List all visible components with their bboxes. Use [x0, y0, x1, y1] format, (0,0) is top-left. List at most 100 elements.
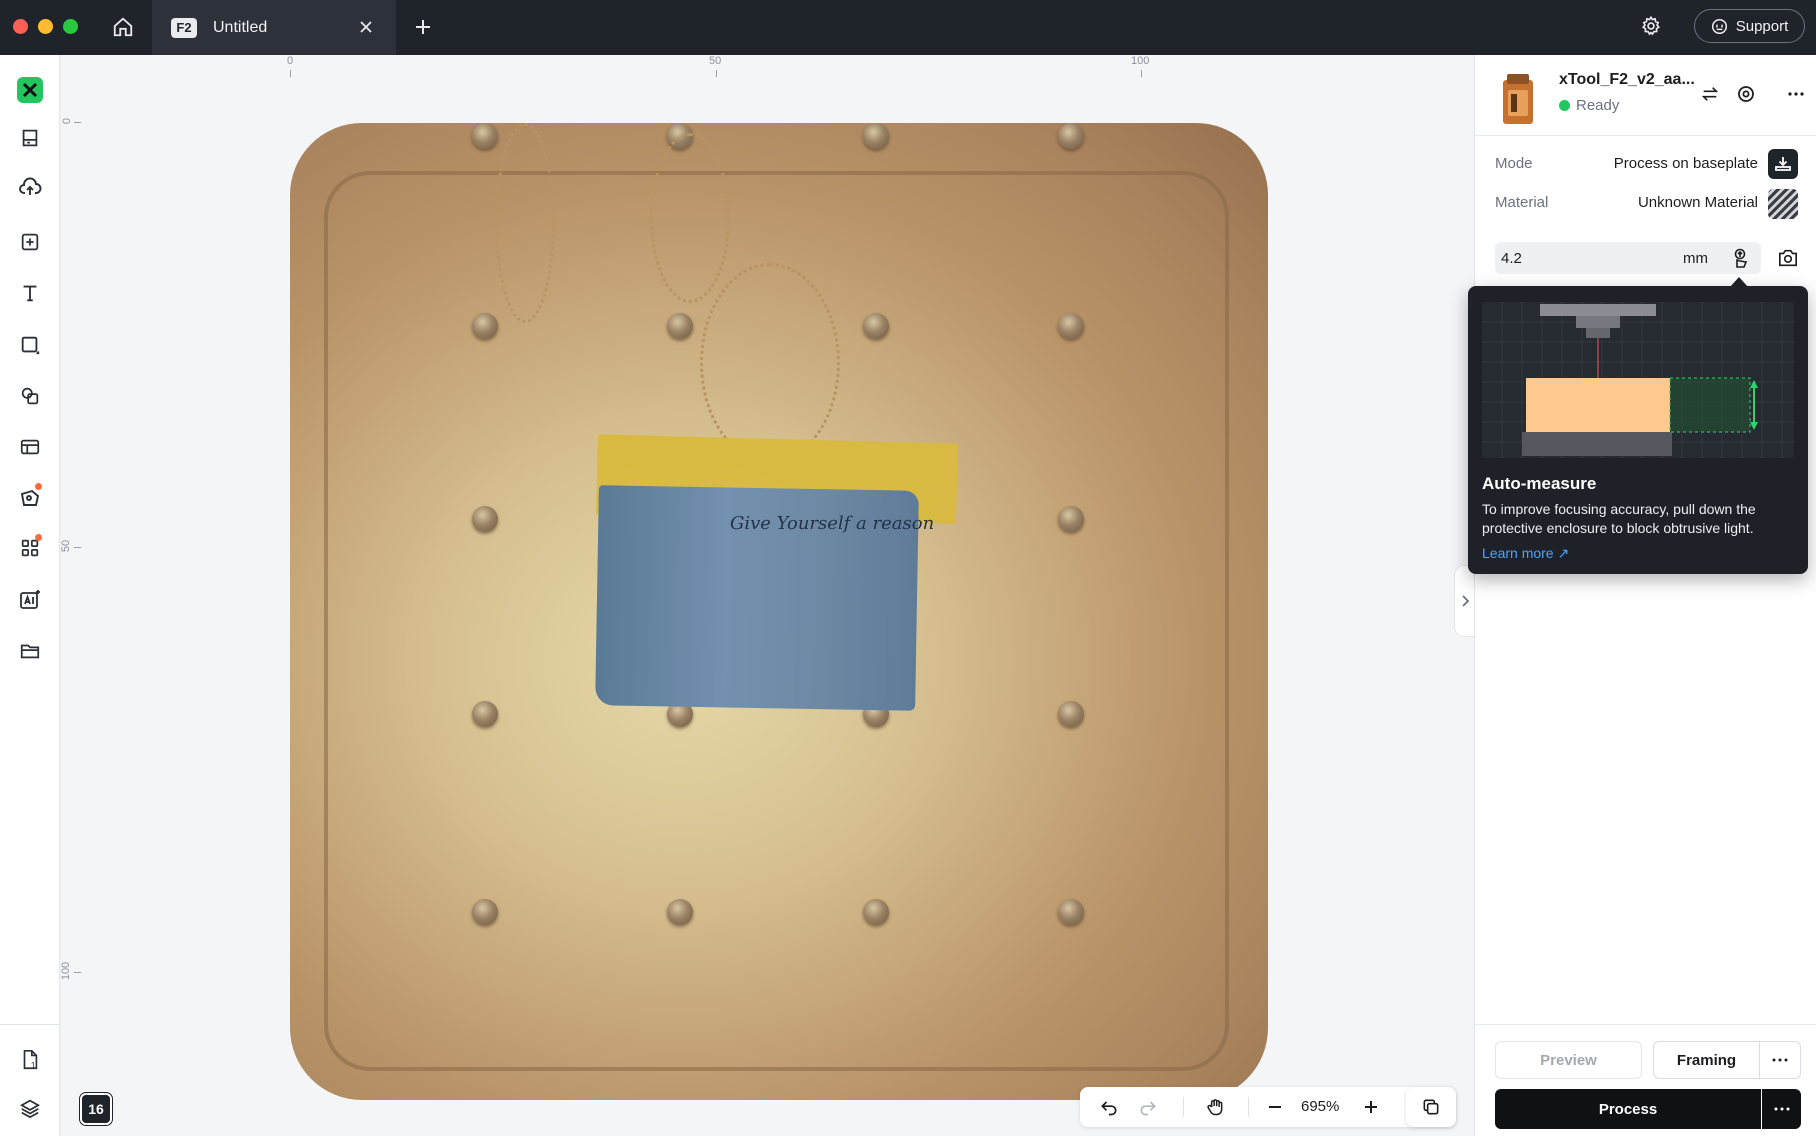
xtool-logo-icon[interactable]	[17, 77, 43, 103]
ruler-v-label: 50	[61, 539, 73, 553]
left-toolbar-divider	[0, 1024, 60, 1025]
bolt	[472, 313, 498, 339]
panel-divider	[1475, 1024, 1816, 1025]
bolt	[667, 899, 693, 925]
auto-measure-icon[interactable]	[1727, 246, 1753, 270]
canvas-area[interactable]: 0 50 100 0 50 100 Give Yourself a reason…	[61, 55, 1474, 1136]
folder-icon[interactable]	[14, 635, 46, 667]
status-dot-icon	[1559, 100, 1570, 111]
text-tool-icon[interactable]	[14, 277, 46, 309]
zoom-out-icon[interactable]	[1260, 1092, 1290, 1122]
redo-icon[interactable]	[1133, 1092, 1163, 1122]
bolt	[1058, 506, 1084, 532]
bolt	[472, 899, 498, 925]
close-icon[interactable]	[356, 17, 376, 37]
bolt	[472, 506, 498, 532]
device-settings-icon[interactable]	[1733, 81, 1759, 107]
chain	[700, 263, 840, 463]
ruler-h-label: 50	[709, 55, 722, 67]
chain	[495, 123, 555, 323]
tooltip-body: To improve focusing accuracy, pull down …	[1482, 501, 1756, 536]
preview-button[interactable]: Preview	[1495, 1041, 1642, 1079]
device-status-label: Ready	[1576, 97, 1620, 114]
layers-stack-button[interactable]	[1406, 1087, 1456, 1127]
ruler-v-label: 100	[61, 961, 73, 981]
tab-device-badge: F2	[171, 17, 197, 38]
zoom-in-icon[interactable]	[1356, 1092, 1386, 1122]
bolt	[472, 123, 498, 149]
mode-value[interactable]: Process on baseplate	[1614, 155, 1758, 172]
home-icon[interactable]	[108, 12, 138, 42]
process-more-button[interactable]	[1762, 1089, 1801, 1129]
more-options-icon	[1772, 1058, 1788, 1062]
undo-icon[interactable]	[1094, 1092, 1124, 1122]
framing-more-button[interactable]	[1759, 1041, 1801, 1079]
auto-measure-illustration	[1482, 302, 1794, 458]
separator	[1183, 1097, 1184, 1117]
focus-distance-unit: mm	[1683, 250, 1708, 267]
focus-distance-value[interactable]: 4.2	[1501, 250, 1522, 267]
bolt	[863, 123, 889, 149]
layers-icon[interactable]	[14, 1092, 46, 1124]
bolt	[863, 313, 889, 339]
switch-device-icon[interactable]	[1697, 81, 1723, 107]
bolt	[1058, 701, 1084, 727]
support-icon	[1711, 18, 1727, 34]
device-name[interactable]: xTool_F2_v2_aa...	[1559, 71, 1695, 89]
ruler-tick	[74, 122, 81, 123]
separator	[1248, 1097, 1249, 1117]
cloud-upload-icon[interactable]	[14, 171, 46, 203]
device-status: Ready	[1559, 97, 1619, 114]
chevron-right-icon	[1461, 595, 1469, 607]
bolt	[1058, 123, 1084, 149]
ruler-h-label: 100	[1131, 55, 1150, 67]
save-icon[interactable]	[14, 122, 46, 154]
gear-icon[interactable]	[1636, 11, 1666, 41]
learn-more-link[interactable]: Learn more ↗	[1482, 545, 1569, 562]
camera-preview-image[interactable]: Give Yourself a reason	[290, 123, 1268, 1100]
ruler-h-label: 0	[287, 55, 294, 67]
framing-button[interactable]: Framing	[1653, 1041, 1759, 1079]
material-value[interactable]: Unknown Material	[1638, 194, 1758, 211]
mode-label: Mode	[1495, 155, 1533, 172]
new-tab-button[interactable]	[408, 12, 438, 42]
ruler-tick	[290, 70, 291, 77]
material-label: Material	[1495, 194, 1549, 211]
ai-tool-icon[interactable]	[14, 584, 46, 616]
ruler-tick	[74, 972, 81, 973]
panel-divider	[1475, 135, 1816, 136]
notification-dot	[35, 483, 42, 490]
layer-count-badge[interactable]: 16	[80, 1093, 112, 1125]
camera-icon[interactable]	[1773, 243, 1803, 273]
chain	[650, 133, 730, 303]
baseplate-mode-icon[interactable]	[1768, 149, 1798, 179]
bolt	[472, 701, 498, 727]
document-tab[interactable]: F2 Untitled	[152, 0, 396, 55]
hand-pan-icon[interactable]	[1200, 1092, 1230, 1122]
page-manager-icon[interactable]: 1	[14, 1044, 46, 1076]
bolt	[667, 313, 693, 339]
bolt	[1058, 899, 1084, 925]
engraved-text: Give Yourself a reason	[730, 513, 935, 534]
zoom-level: 695%	[1301, 1098, 1340, 1115]
close-window-button[interactable]	[13, 19, 28, 34]
maximize-window-button[interactable]	[63, 19, 78, 34]
ruler-tick	[716, 70, 717, 77]
more-options-icon[interactable]	[1783, 81, 1809, 107]
right-panel: xTool_F2_v2_aa... Ready Mode Process on …	[1474, 55, 1816, 1136]
ruler-v-label: 0	[61, 117, 74, 125]
ruler-tick	[1141, 70, 1142, 77]
support-button[interactable]: Support	[1694, 9, 1805, 43]
material-swatch-icon[interactable]	[1768, 189, 1798, 219]
focus-distance-field[interactable]: 4.2 mm	[1495, 242, 1761, 274]
minimize-window-button[interactable]	[38, 19, 53, 34]
ruler-tick	[74, 547, 81, 548]
collapse-panel-button[interactable]	[1454, 565, 1474, 637]
bolt	[1058, 313, 1084, 339]
layout-templates-icon[interactable]	[14, 431, 46, 463]
rectangle-tool-icon[interactable]	[14, 329, 46, 361]
shapes-icon[interactable]	[14, 380, 46, 412]
add-image-icon[interactable]	[14, 226, 46, 258]
process-button[interactable]: Process	[1495, 1089, 1761, 1129]
auto-measure-tooltip: Auto-measure To improve focusing accurac…	[1468, 286, 1808, 574]
